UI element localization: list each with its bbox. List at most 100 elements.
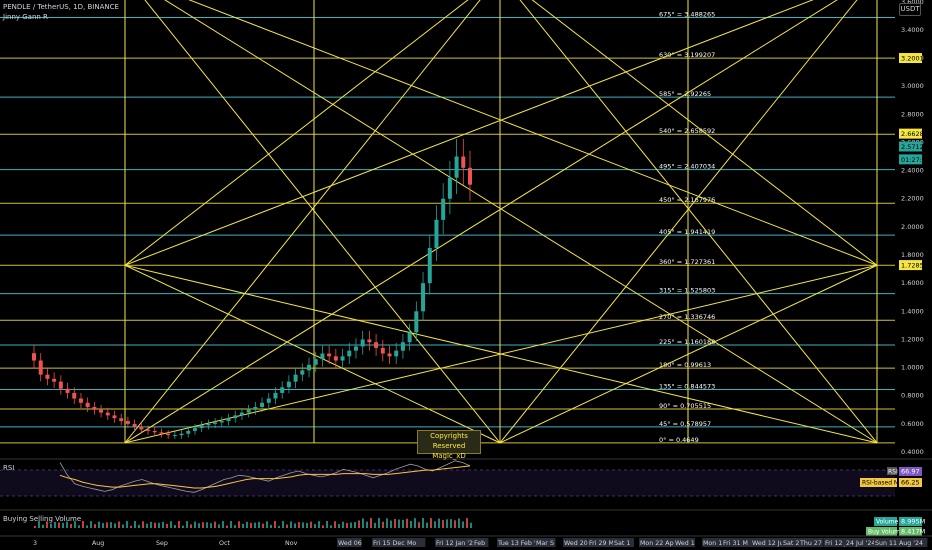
volume-bar: [278, 525, 280, 528]
volume-bar: [98, 521, 100, 528]
volume-bar: [386, 518, 388, 528]
candle-body: [266, 398, 271, 403]
volume-bar: [454, 520, 456, 528]
candle-body: [441, 198, 446, 220]
candle-body: [454, 156, 459, 178]
volume-bar: [362, 518, 364, 528]
volume-bar: [338, 524, 340, 528]
price-axis-tick: 2.2000: [901, 195, 924, 203]
volume-bar: [202, 522, 204, 528]
volume-bar: [222, 521, 224, 528]
candle-body: [246, 409, 251, 413]
gann-level-label: 315° = 1.525803: [659, 287, 715, 295]
candle-body: [112, 415, 117, 419]
gann-level-label: 45° = 0.578957: [659, 420, 711, 428]
volume-bar: [166, 523, 168, 528]
price-axis-tick: 2.8000: [901, 110, 924, 118]
volume-bar: [354, 522, 356, 528]
gann-fan-line: [188, 0, 878, 266]
time-axis-label: S: [550, 540, 554, 547]
volume-bar: [146, 523, 148, 528]
volume-bar: [374, 522, 376, 528]
volume-bar: [242, 523, 244, 528]
price-tag: 2.5712: [901, 143, 924, 151]
volume-bar: [418, 522, 420, 528]
candle-body: [146, 429, 151, 431]
gann-level-label: 495° = 2.407034: [659, 163, 715, 171]
gann-level-label: 135° = 0.844573: [659, 382, 715, 390]
volume-bar: [74, 521, 76, 528]
time-axis-label: Nov: [285, 540, 298, 547]
candle-body: [360, 339, 365, 347]
candle-body: [152, 430, 157, 433]
candle-body: [327, 353, 332, 357]
price-axis-tick: 0.8000: [901, 392, 924, 400]
candle-body: [72, 392, 77, 399]
volume-bar: [322, 525, 324, 528]
candle-body: [192, 428, 197, 431]
candle-body: [132, 423, 137, 427]
candle-body: [219, 421, 224, 423]
volume-bar: [246, 521, 248, 528]
gann-level-label: 360° = 1.727361: [659, 258, 715, 266]
candle-body: [58, 381, 63, 389]
volume-bar: [330, 525, 332, 528]
candle-body: [260, 402, 265, 407]
volume-bar: [282, 521, 284, 528]
volume-bar: [210, 523, 212, 528]
candle-body: [333, 356, 338, 361]
volume-bar: [422, 518, 424, 528]
volume-bar: [90, 521, 92, 528]
candle-body: [286, 381, 291, 388]
time-axis-label: Mo: [407, 540, 416, 547]
volume-bar: [118, 521, 120, 528]
time-axis-label: Wed 06: [338, 540, 362, 547]
trading-chart[interactable]: 720° = 3.789823675° = 3.488265630° = 3.1…: [0, 0, 932, 550]
volume-bar: [250, 522, 252, 528]
volume-bar: [314, 524, 316, 528]
volume-bar: [394, 518, 396, 528]
rsi-value: 66.97: [901, 468, 920, 476]
candle-body: [226, 418, 231, 422]
volume-bar: [238, 521, 240, 528]
volume-bar: [450, 519, 452, 528]
volume-value: 8.995M: [901, 518, 925, 526]
candle-body: [347, 350, 352, 357]
gann-fan-line: [124, 0, 814, 266]
price-axis-tick: 3.0000: [901, 82, 924, 90]
candle-body: [273, 392, 278, 399]
candle-body: [139, 426, 144, 430]
volume-bar: [50, 523, 52, 528]
volume-bar: [54, 522, 56, 528]
candle-body: [340, 356, 345, 361]
currency-button[interactable]: USDT: [899, 3, 921, 16]
volume-bar: [402, 519, 404, 528]
candle-body: [206, 423, 211, 426]
gann-level-label: 450° = 2.167976: [659, 196, 715, 204]
volume-bar: [326, 521, 328, 528]
volume-bar: [194, 521, 196, 528]
symbol-title: PENDLE / TetherUS, 1D, BINANCE: [3, 3, 119, 11]
candle-body: [239, 412, 244, 416]
price-axis-tick: 2.0000: [901, 223, 924, 231]
gann-level-label: 675° = 3.488265: [659, 10, 715, 18]
rsi-label: RSI: [3, 464, 14, 472]
gann-level-label: 90° = 0.705515: [659, 402, 711, 410]
candle-body: [447, 177, 452, 199]
time-axis-label: Oct: [219, 540, 230, 547]
volume-bar: [70, 524, 72, 528]
candle-body: [213, 422, 218, 424]
volume-bar: [262, 523, 264, 528]
time-axis-label: Aug: [92, 540, 104, 547]
volume-bar: [366, 521, 368, 528]
volume-bar: [122, 524, 124, 528]
volume-bar: [318, 521, 320, 528]
candle-body: [300, 370, 305, 375]
time-axis-label: Sat 1: [614, 540, 630, 547]
gann-level-label: 0° = 0.4649: [659, 436, 699, 444]
candle-body: [407, 332, 412, 343]
volume-tag-label: Volume: [876, 519, 899, 526]
time-axis-label: Thu 27: [799, 540, 822, 547]
volume-bar: [198, 523, 200, 528]
rsi-ma-tag-label: RSI-based MA: [862, 480, 904, 487]
